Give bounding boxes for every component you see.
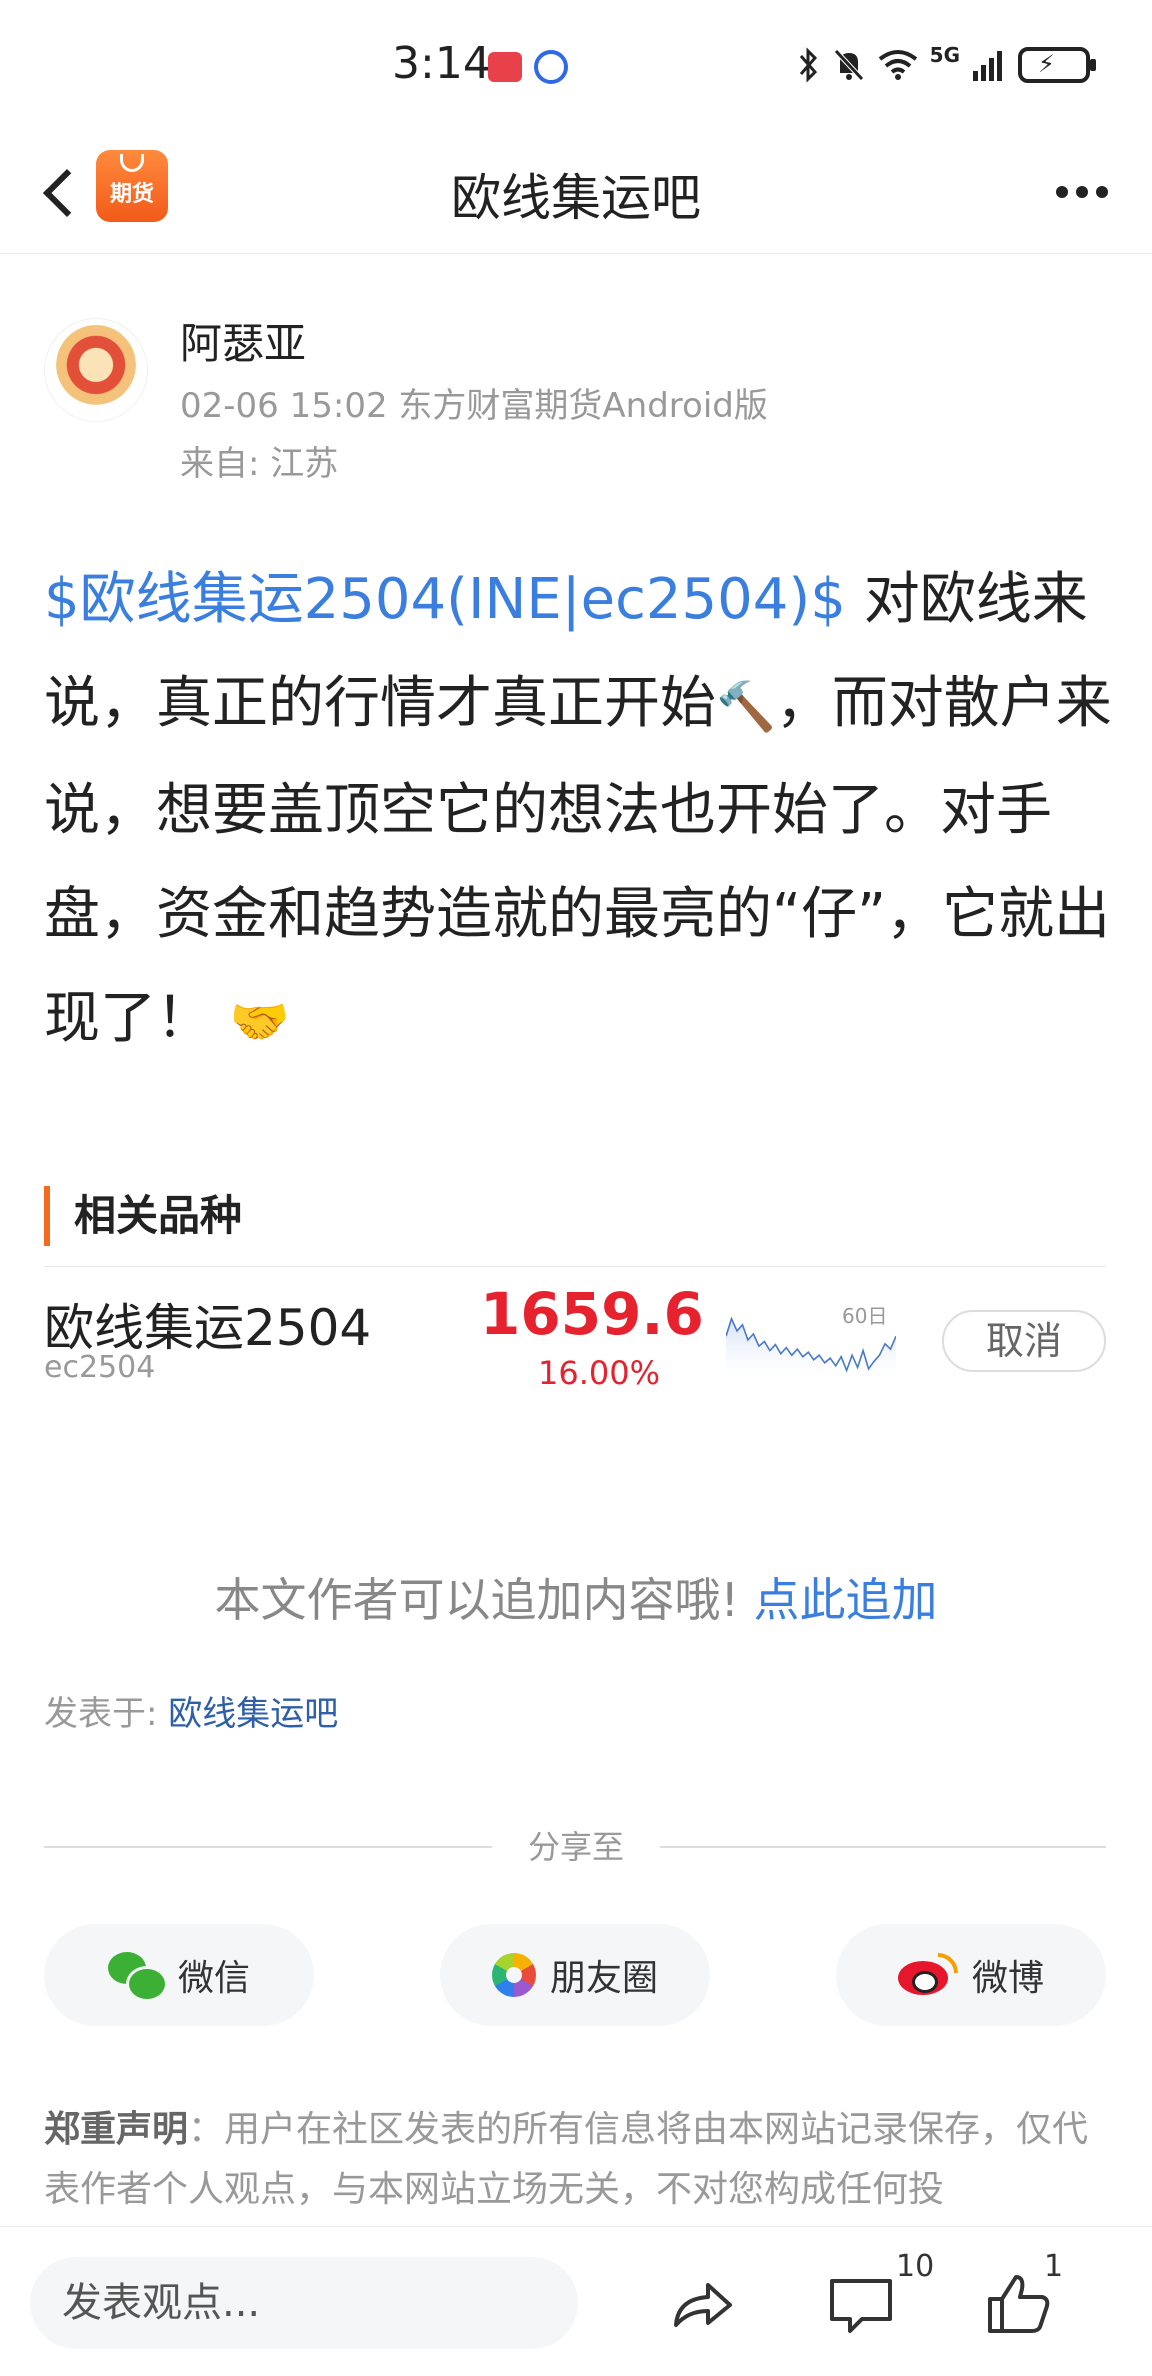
share-wechat-button[interactable]: 微信 — [44, 1924, 314, 2026]
wechat-icon — [107, 1952, 168, 2002]
status-bar: 3:14 5G ⚡ — [0, 0, 1152, 130]
append-content-link[interactable]: 点此追加 — [754, 1573, 938, 1627]
disclaimer-label: 郑重声明 — [44, 2109, 189, 2150]
wifi-icon — [878, 50, 917, 80]
post-location: 来自: 江苏 — [180, 444, 339, 484]
share-moments-label: 朋友圈 — [549, 1958, 658, 1999]
moments-icon — [491, 1953, 536, 1997]
append-prompt-text: 本文作者可以追加内容哦! — [214, 1573, 739, 1627]
posted-in: 发表于: 欧线集运吧 — [44, 1686, 338, 1735]
append-content-prompt: 本文作者可以追加内容哦! 点此追加 — [0, 1564, 1152, 1630]
handshake-emoji: 🤝 — [229, 993, 290, 1050]
stock-tag-link[interactable]: $欧线集运2504(INE|ec2504)$ — [44, 567, 846, 632]
share-wechat-label: 微信 — [177, 1958, 250, 1999]
status-icons: 5G ⚡ — [798, 40, 1096, 90]
share-moments-button[interactable]: 朋友圈 — [440, 1924, 710, 2026]
weibo-icon — [897, 1953, 958, 1997]
network-label: 5G — [929, 43, 960, 67]
related-item-code: ec2504 — [44, 1350, 156, 1385]
disclaimer: 郑重声明：用户在社区发表的所有信息将由本网站记录保存，仅代表作者个人观点，与本网… — [44, 2100, 1114, 2220]
comment-input[interactable]: 发表观点... — [30, 2257, 578, 2349]
cancel-watch-button[interactable]: 取消 — [942, 1310, 1106, 1372]
comment-count: 10 — [896, 2249, 935, 2284]
bottom-action-bar: 发表观点... 10 1 — [0, 2226, 1152, 2376]
page-title: 欧线集运吧 — [451, 169, 701, 227]
share-weibo-button[interactable]: 微博 — [836, 1924, 1106, 2026]
huawei-app-icon — [488, 52, 522, 82]
disclaimer-text: ：用户在社区发表的所有信息将由本网站记录保存，仅代表作者个人观点，与本网站立场无… — [44, 2109, 1089, 2210]
sparkline-period: 60日 — [842, 1304, 888, 1328]
posted-in-label: 发表于: — [44, 1694, 169, 1734]
browser-app-icon — [534, 50, 568, 84]
author-name[interactable]: 阿瑟亚 — [180, 310, 306, 371]
battery-charging-icon: ⚡ — [1018, 47, 1096, 83]
share-weibo-label: 微博 — [971, 1958, 1044, 1999]
divider — [44, 1266, 1106, 1267]
related-item-change: 16.00% — [537, 1354, 660, 1392]
post-meta: 02-06 15:02 东方财富期货Android版 — [180, 386, 768, 426]
share-icon[interactable] — [668, 2269, 738, 2339]
nav-bar: 期货 欧线集运吧 — [0, 130, 1152, 254]
bluetooth-icon — [799, 47, 817, 83]
related-heading: 相关品种 — [44, 1186, 242, 1246]
related-item-price: 1659.6 — [480, 1280, 704, 1348]
like-count: 1 — [1044, 2249, 1064, 2284]
posted-in-bar-link[interactable]: 欧线集运吧 — [168, 1694, 338, 1734]
status-time: 3:14 — [392, 38, 491, 89]
gavel-emoji: 🔨 — [716, 678, 776, 735]
mute-icon — [833, 49, 864, 81]
share-title: 分享至 — [527, 1828, 624, 1866]
comment-icon[interactable] — [826, 2269, 896, 2339]
avatar[interactable] — [44, 318, 148, 422]
signal-icon — [973, 51, 1002, 81]
post-content: $欧线集运2504(INE|ec2504)$ 对欧线来说，真正的行情才真正开始🔨… — [44, 548, 1114, 1074]
share-divider-right — [660, 1846, 1106, 1848]
more-dots-icon[interactable] — [1042, 166, 1122, 216]
